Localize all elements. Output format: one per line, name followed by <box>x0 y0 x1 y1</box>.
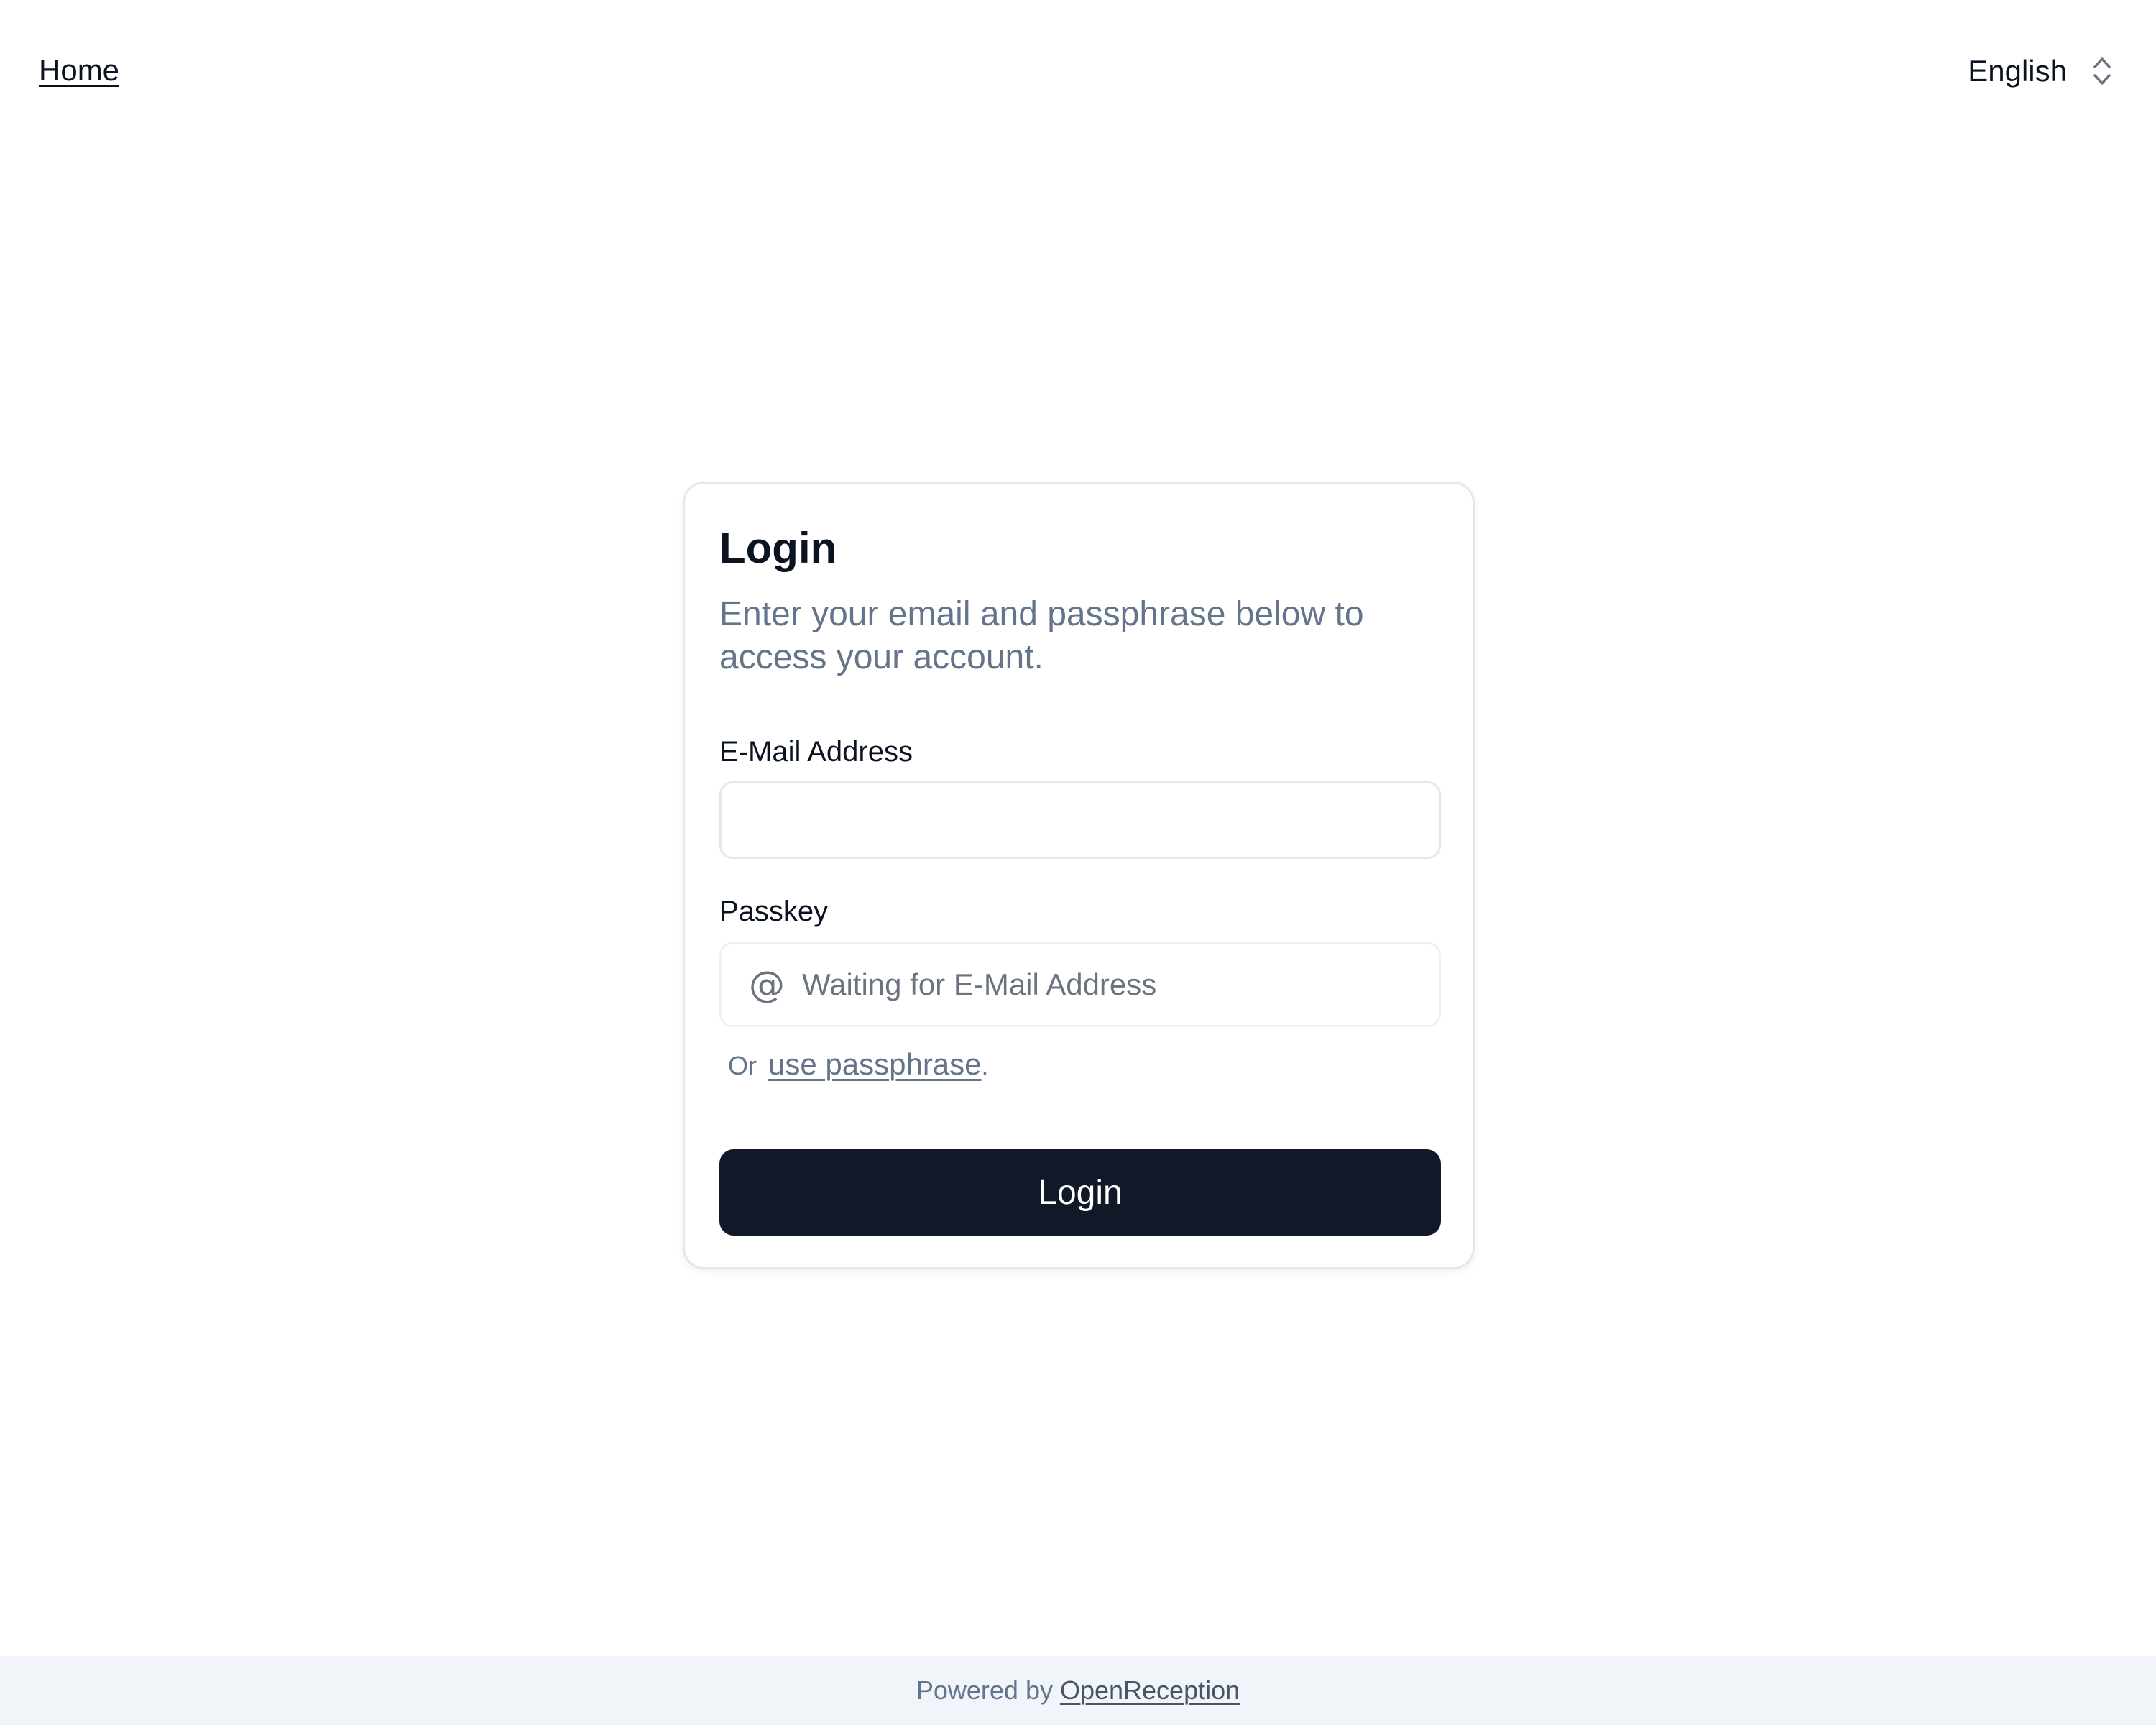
passkey-placeholder: Waiting for E-Mail Address <box>802 967 1157 1001</box>
powered-by-text: Powered by <box>916 1675 1053 1705</box>
openreception-link[interactable]: OpenReception <box>1060 1675 1240 1706</box>
passkey-label: Passkey <box>719 896 829 927</box>
card-title: Login <box>719 524 837 572</box>
card-description: Enter your email and passphrase below to… <box>719 595 1364 676</box>
at-sign-icon: @ <box>749 964 785 1006</box>
email-field[interactable] <box>719 781 1441 859</box>
page: Home English Login Enter your email and … <box>0 0 2156 1725</box>
passkey-field[interactable]: @ Waiting for E-Mail Address <box>719 942 1441 1027</box>
use-passphrase-link[interactable]: use passphrase <box>768 1044 982 1085</box>
home-link[interactable]: Home <box>39 50 119 91</box>
email-label: E-Mail Address <box>719 736 913 768</box>
language-select[interactable]: English <box>1968 46 2113 96</box>
alt-suffix: . <box>981 1051 989 1080</box>
login-card: Login Enter your email and passphrase be… <box>683 482 1475 1269</box>
alternate-login-line: Or use passphrase . <box>728 1044 989 1086</box>
footer: Powered by OpenReception <box>0 1656 2156 1725</box>
chevron-up-down-icon <box>2093 58 2111 85</box>
language-select-value: English <box>1968 54 2067 88</box>
login-button[interactable]: Login <box>719 1149 1441 1236</box>
or-text: Or <box>728 1051 757 1080</box>
